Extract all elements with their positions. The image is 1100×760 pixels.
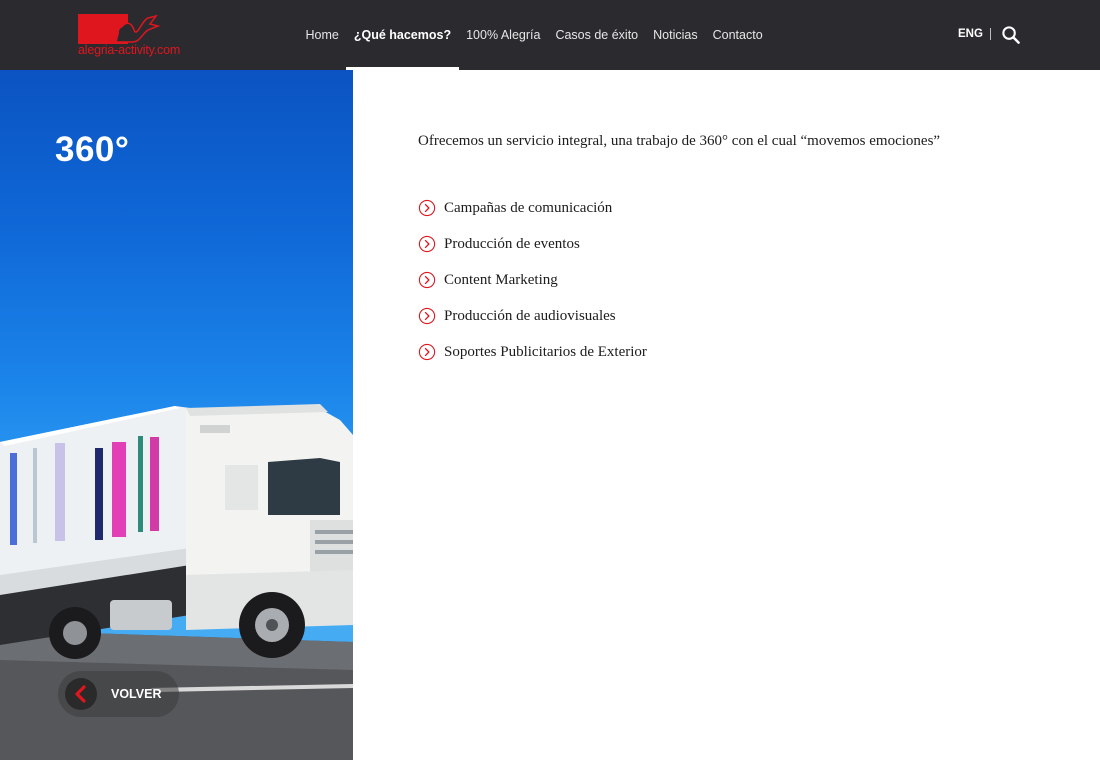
circle-chevron-right-icon — [418, 343, 436, 361]
site-logo[interactable]: alegria-activity.com — [78, 14, 186, 58]
logo-text: alegria-activity.com — [78, 43, 181, 57]
main-nav: Home ¿Qué hacemos? 100% Alegría Casos de éx… — [298, 0, 770, 70]
back-button[interactable]: VOLVER — [58, 671, 179, 717]
back-button-circle — [65, 678, 97, 710]
circle-chevron-right-icon — [418, 235, 436, 253]
top-navigation-bar: alegria-activity.com Home ¿Qué hacemos? 10… — [0, 0, 1100, 70]
chevron-left-icon — [75, 685, 86, 703]
search-icon[interactable] — [1001, 25, 1020, 44]
logo-mark-icon — [115, 14, 160, 43]
services-list: Campañas de comunicación Producción de ev… — [418, 190, 1058, 370]
back-button-label: VOLVER — [111, 687, 162, 701]
header-divider — [990, 28, 991, 40]
nav-item-5[interactable]: Contacto — [705, 0, 770, 70]
nav-item-0[interactable]: Home — [298, 0, 346, 70]
service-item: Producción de eventos — [418, 226, 1058, 262]
hero-title: 360° — [55, 130, 130, 169]
circle-chevron-right-icon — [418, 307, 436, 325]
service-label: Producción de audiovisuales — [444, 307, 616, 324]
service-label: Soportes Publicitarios de Exterior — [444, 343, 647, 360]
intro-text: Ofrecemos un servicio integral, una trab… — [418, 133, 941, 149]
language-switch[interactable]: ENG — [958, 28, 983, 40]
service-item: Soportes Publicitarios de Exterior — [418, 334, 1058, 370]
service-item: Producción de audiovisuales — [418, 298, 1058, 334]
nav-item-4[interactable]: Noticias — [646, 0, 705, 70]
main-content: Ofrecemos un servicio integral, una trab… — [418, 130, 1058, 370]
service-label: Content Marketing — [444, 271, 558, 288]
nav-item-2[interactable]: 100% Alegría — [459, 0, 548, 70]
nav-item-3[interactable]: Casos de éxito — [548, 0, 646, 70]
service-label: Producción de eventos — [444, 235, 580, 252]
circle-chevron-right-icon — [418, 271, 436, 289]
hero-panel: 360° VOLVER — [0, 70, 353, 760]
nav-item-1[interactable]: ¿Qué hacemos? — [346, 0, 459, 70]
circle-chevron-right-icon — [418, 199, 436, 217]
service-item: Campañas de comunicación — [418, 190, 1058, 226]
service-label: Campañas de comunicación — [444, 199, 613, 216]
hero-truck-image — [0, 404, 353, 760]
service-item: Content Marketing — [418, 262, 1058, 298]
